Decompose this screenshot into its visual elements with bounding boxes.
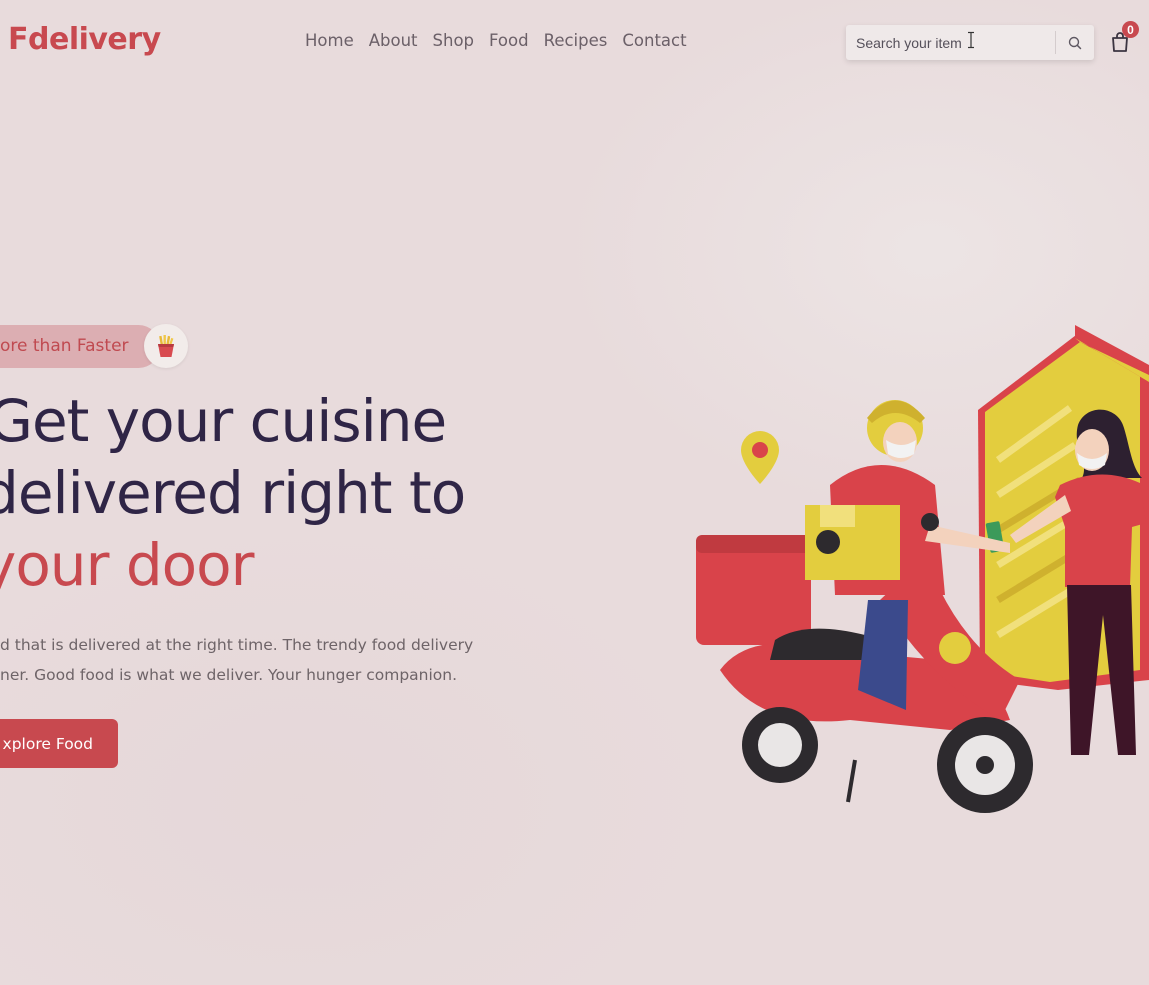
main-nav: Home About Shop Food Recipes Contact [305,31,687,50]
delivery-illustration [696,325,1149,813]
search-icon [1068,36,1082,49]
headline-line-1: Get your cuisine [0,387,447,455]
nav-shop[interactable]: Shop [433,31,475,50]
nav-food[interactable]: Food [489,31,529,50]
tagline-text: ore than Faster [0,336,129,356]
tagline-badge [144,324,188,368]
fries-icon [158,335,174,357]
headline-line-3: your door [0,531,254,599]
search-input[interactable] [846,25,1055,60]
logo[interactable]: Fdelivery [8,22,161,57]
nav-contact[interactable]: Contact [622,31,686,50]
headline-line-2: delivered right to [0,459,466,527]
text-cursor-icon [968,31,974,49]
explore-food-button[interactable]: xplore Food [0,719,118,768]
cart-count-badge: 0 [1122,21,1139,38]
hero-headline: Get your cuisine delivered right to your… [0,385,560,601]
location-pin-icon [741,431,779,484]
nav-recipes[interactable]: Recipes [544,31,608,50]
hero-description: d that is delivered at the right time. T… [0,630,500,690]
description-line-1: d that is delivered at the right time. T… [0,636,474,654]
description-line-2: ner. Good food is what we deliver. Your … [0,666,458,684]
nav-about[interactable]: About [369,31,418,50]
nav-home[interactable]: Home [305,31,354,50]
search-button[interactable] [1056,25,1094,60]
